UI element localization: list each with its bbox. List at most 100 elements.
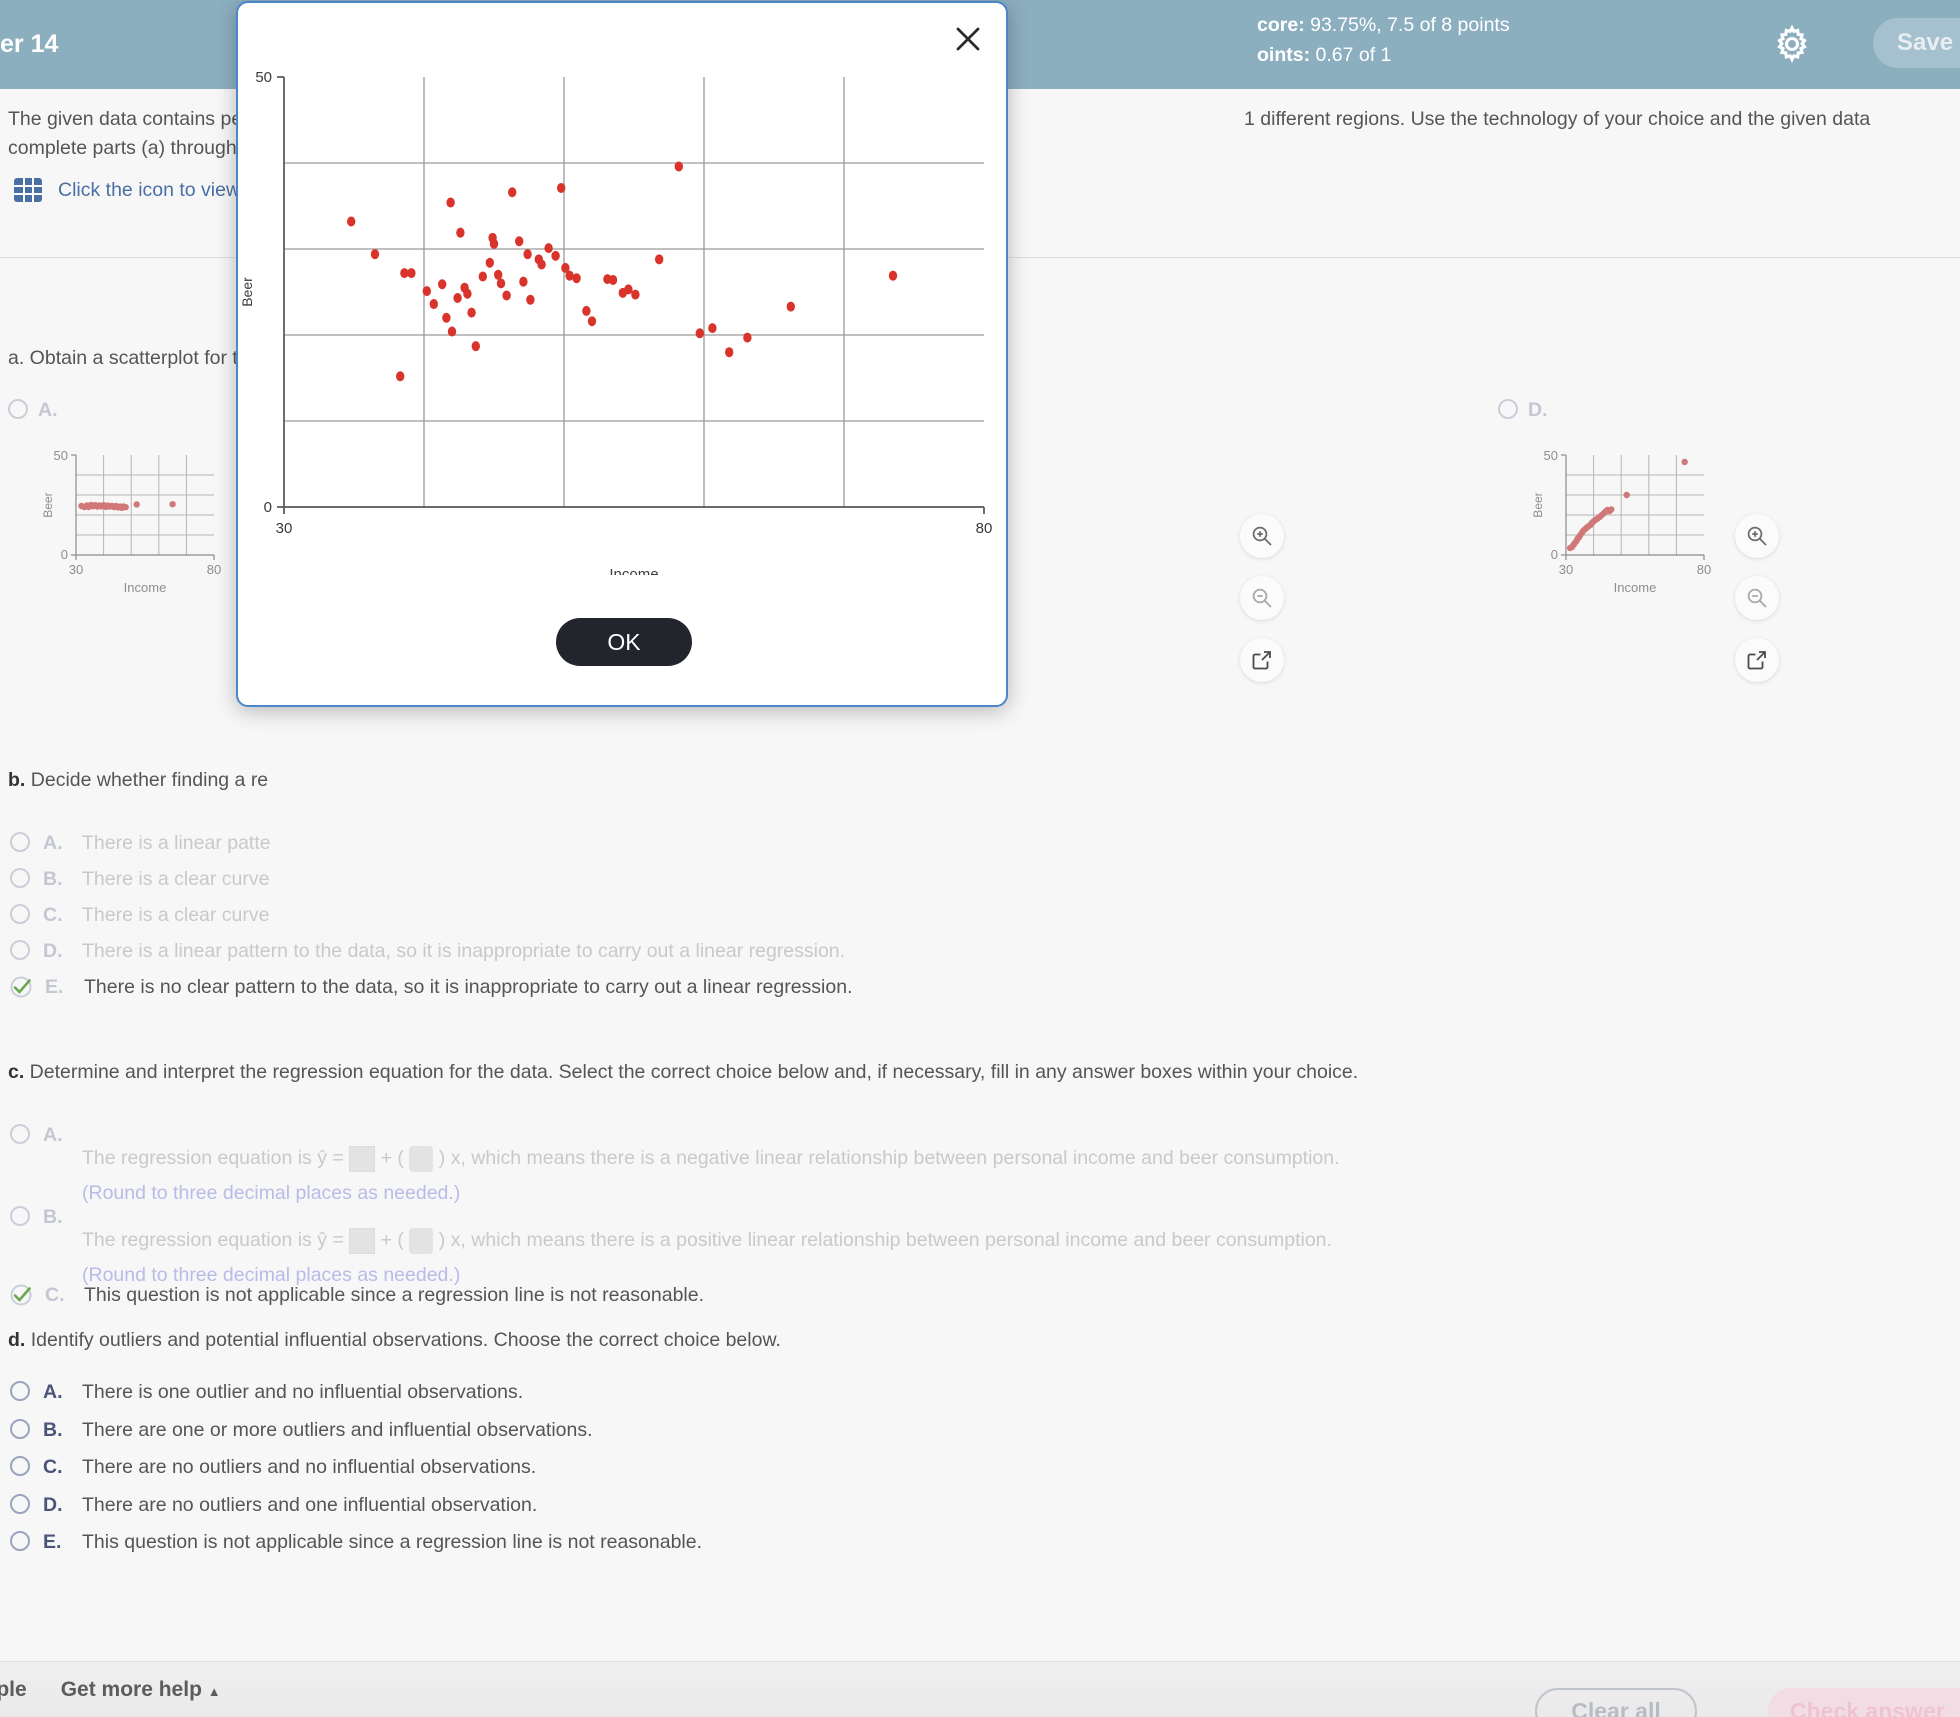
gear-icon[interactable] <box>1770 22 1814 66</box>
svg-text:Income: Income <box>124 580 167 595</box>
part-b-option-c-text: There is a clear curve <box>82 904 270 926</box>
part-d-options: A. There is one outlier and no influenti… <box>10 1381 702 1554</box>
part-b-option-b-radio[interactable] <box>10 868 30 888</box>
part-d-option-c-letter: C. <box>43 1456 63 1478</box>
part-c-option-b-intercept-input[interactable] <box>349 1227 376 1254</box>
part-c-option-a-mid: + ( <box>380 1147 404 1169</box>
part-c-option-c-letter: C. <box>45 1284 65 1306</box>
view-data-table-link[interactable]: Click the icon to view the <box>14 178 273 202</box>
zoom-out-icon[interactable] <box>1240 576 1284 620</box>
option-a-scatter-thumbnail[interactable]: 50 030 80 Beer Income <box>18 439 258 599</box>
part-d-option-c-text: There are no outliers and no influential… <box>82 1456 537 1478</box>
part-d-prompt: d. Identify outliers and potential influ… <box>8 1329 781 1352</box>
svg-text:Income: Income <box>609 566 658 575</box>
scatterplot-modal: 50 0 30 80 Beer Income OK <box>236 1 1008 707</box>
part-c-option-a-radio[interactable] <box>10 1124 30 1144</box>
part-b-option-d-radio[interactable] <box>10 940 30 960</box>
part-b-option-e-letter: E. <box>45 976 64 998</box>
part-d-option-e-text: This question is not applicable since a … <box>82 1531 703 1553</box>
part-d-option-c-radio[interactable] <box>10 1456 30 1476</box>
pop-out-icon[interactable] <box>1735 638 1779 682</box>
part-d-option-b[interactable]: B. There are one or more outliers and in… <box>10 1418 702 1442</box>
option-b-tools <box>1240 514 1284 682</box>
points-value: 0.67 of 1 <box>1315 44 1392 66</box>
zoom-in-icon[interactable] <box>1735 514 1779 558</box>
svg-text:Income: Income <box>1614 580 1657 595</box>
save-button[interactable]: Save <box>1873 18 1960 68</box>
part-d-option-a[interactable]: A. There is one outlier and no influenti… <box>10 1381 702 1404</box>
part-c-option-c-text: This question is not applicable since a … <box>84 1284 705 1306</box>
part-b-option-a-text: There is a linear patte <box>82 832 271 854</box>
part-c-option-b-slope-input[interactable] <box>409 1227 434 1254</box>
check-answer-button[interactable]: Check answer <box>1768 1688 1960 1717</box>
part-d-option-e-radio[interactable] <box>10 1531 30 1551</box>
part-d-option-a-radio[interactable] <box>10 1381 30 1401</box>
part-d-option-d-radio[interactable] <box>10 1493 30 1514</box>
part-c-option-b-radio[interactable] <box>10 1206 30 1226</box>
svg-text:0: 0 <box>61 547 68 562</box>
part-d-option-b-radio[interactable] <box>10 1418 30 1439</box>
part-c-option-c[interactable]: C. This question is not applicable since… <box>10 1284 704 1307</box>
part-b-option-b-letter: B. <box>43 868 63 890</box>
part-c-option-a-letter: A. <box>43 1124 63 1146</box>
part-c-text: Determine and interpret the regression e… <box>24 1061 1359 1083</box>
clear-all-button[interactable]: Clear all <box>1535 1688 1697 1717</box>
points-label: oints: <box>1257 44 1311 66</box>
part-b-option-d-text: There is a linear pattern to the data, s… <box>82 940 846 962</box>
main-scatterplot[interactable]: 50 030 80 Beer Income <box>238 55 1010 575</box>
part-c-letter: c. <box>8 1061 25 1083</box>
part-c-option-a[interactable]: A. The regression equation is ŷ = + ( )… <box>10 1124 1340 1205</box>
svg-text:Beer: Beer <box>239 277 255 307</box>
svg-text:0: 0 <box>264 499 272 516</box>
part-d-option-c[interactable]: C. There are no outliers and no influent… <box>10 1456 702 1479</box>
option-d-radio[interactable] <box>1498 399 1518 419</box>
page-title: er 14 <box>0 30 59 58</box>
part-c-option-b-post: ) x, which means there is a positive lin… <box>438 1229 1332 1251</box>
pop-out-icon[interactable] <box>1240 638 1284 682</box>
part-b-option-e-text: There is no clear pattern to the data, s… <box>84 976 853 998</box>
part-c-option-a-note: (Round to three decimal places as needed… <box>82 1182 461 1204</box>
get-more-help-button[interactable]: Get more help ▲ <box>61 1678 221 1702</box>
part-b-option-c[interactable]: C. There is a clear curve <box>10 904 853 927</box>
option-d-radio-row[interactable]: D. <box>1498 399 1798 422</box>
ok-button[interactable]: OK <box>556 618 692 666</box>
part-b-option-a[interactable]: A. There is a linear patte <box>10 832 853 855</box>
svg-text:0: 0 <box>1551 547 1558 562</box>
intro-line1-right: 1 different regions. Use the technology … <box>1244 108 1871 130</box>
svg-text:30: 30 <box>276 520 293 537</box>
svg-text:80: 80 <box>976 520 993 537</box>
example-button[interactable]: ample <box>0 1678 27 1702</box>
zoom-in-icon[interactable] <box>1240 514 1284 558</box>
part-d-option-d[interactable]: D. There are no outliers and one influen… <box>10 1493 702 1517</box>
hw-score-label: core: <box>1257 14 1305 36</box>
part-d-option-a-letter: A. <box>43 1381 63 1403</box>
caret-up-icon: ▲ <box>207 1683 221 1699</box>
part-b-option-e[interactable]: E. There is no clear pattern to the data… <box>10 976 853 999</box>
part-d-option-d-text: There are no outliers and one influentia… <box>82 1493 538 1516</box>
part-b-option-d-letter: D. <box>43 940 63 962</box>
svg-text:50: 50 <box>255 69 272 86</box>
part-d-option-e[interactable]: E. This question is not applicable since… <box>10 1531 702 1554</box>
part-c-option-a-slope-input[interactable] <box>409 1145 434 1172</box>
svg-text:Beer: Beer <box>1531 492 1545 517</box>
part-d-option-a-text: There is one outlier and no influential … <box>82 1381 524 1403</box>
get-more-help-label: Get more help <box>60 1677 202 1701</box>
hw-score-value: 93.75%, 7.5 of 8 points <box>1310 14 1510 36</box>
option-d-scatter-thumbnail[interactable]: 50 030 80 Beer Income <box>1508 439 1748 599</box>
option-a-radio[interactable] <box>8 399 28 419</box>
part-c-option-a-post: ) x, which means there is a negative lin… <box>438 1147 1340 1169</box>
part-c-option-b[interactable]: B. The regression equation is ŷ = + ( )… <box>10 1206 1332 1287</box>
part-d-text: Identify outliers and potential influent… <box>25 1329 781 1351</box>
part-b-option-a-radio[interactable] <box>10 832 30 852</box>
checkmark-icon <box>10 1284 32 1306</box>
part-b-option-b[interactable]: B. There is a clear curve <box>10 868 853 891</box>
part-b-option-c-radio[interactable] <box>10 904 30 924</box>
part-d-option-e-letter: E. <box>43 1531 62 1553</box>
part-d-option-b-letter: B. <box>43 1418 63 1441</box>
part-b-option-a-letter: A. <box>43 832 63 854</box>
part-b-letter: b. <box>8 769 26 791</box>
zoom-out-icon[interactable] <box>1735 576 1779 620</box>
part-c-option-a-intercept-input[interactable] <box>349 1145 376 1172</box>
option-a-letter: A. <box>38 399 58 421</box>
part-b-option-d[interactable]: D. There is a linear pattern to the data… <box>10 940 853 963</box>
